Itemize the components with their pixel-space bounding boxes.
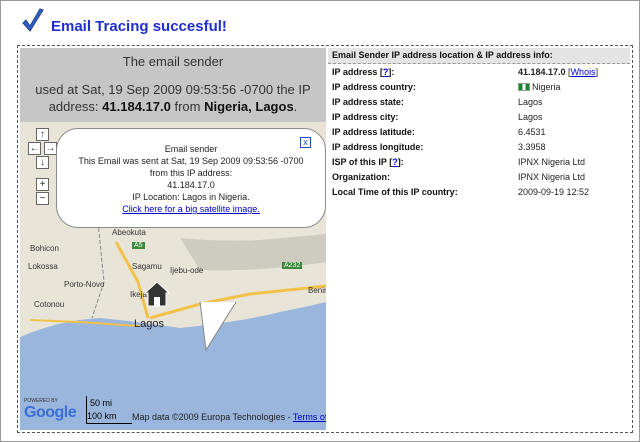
bubble-line2: from this IP address: [149, 168, 233, 178]
row-value: Nigeria [514, 79, 630, 94]
row-label: IP address city: [332, 111, 399, 122]
scale-miles: 50 mi [90, 398, 113, 408]
house-marker-icon[interactable] [144, 280, 170, 308]
isp-help-link[interactable]: ? [392, 157, 398, 167]
info-panel: Email Sender IP address location & IP ad… [328, 48, 630, 430]
terms-of-use-link[interactable]: Terms of Use [293, 412, 326, 422]
sender-summary: used at Sat, 19 Sep 2009 09:53:56 -0700 … [20, 69, 326, 115]
row-value: IPNX Nigeria Ltd [518, 156, 586, 167]
map-label-lagos: Lagos [134, 318, 164, 330]
row-label: Organization: [332, 171, 390, 182]
table-row: IP address country: Nigeria [328, 79, 630, 94]
map-label-porto-novo: Porto-Novo [64, 280, 105, 289]
map-scale: 50 mi 100 km [86, 396, 132, 424]
info-heading: Email Sender IP address location & IP ad… [328, 48, 630, 64]
row-value: 41.184.17.0 [Whois] [518, 66, 599, 77]
bubble-title: Email sender [164, 144, 218, 154]
scale-km: 100 km [87, 411, 117, 421]
row-label: Local Time of this IP country: [332, 186, 458, 197]
table-row: IP address [?]: 41.184.17.0 [Whois] [328, 64, 630, 79]
satellite-image-link[interactable]: Click here for a big satellite image. [122, 204, 260, 214]
result-box: The email sender used at Sat, 19 Sep 200… [17, 45, 633, 433]
row-label: IP address longitude: [332, 141, 424, 152]
sender-location: Nigeria, Lagos [204, 99, 294, 114]
row-label: IP address country: [332, 81, 416, 92]
whois-link[interactable]: Whois [571, 67, 596, 77]
pan-left-button[interactable]: ← [28, 142, 41, 155]
map-label-benin: Benin [308, 286, 326, 295]
row-value: 2009-09-19 12:52 [518, 186, 590, 197]
info-bubble: x Email sender This Email was sent at Sa… [56, 128, 326, 228]
map-label-abeokuta: Abeokuta [112, 228, 146, 237]
zoom-out-button[interactable]: − [36, 192, 49, 205]
ip-help-link[interactable]: ? [383, 67, 389, 77]
table-row: IP address longitude: 3.3958 [328, 139, 630, 154]
google-logo[interactable]: Google [24, 404, 77, 422]
country-value: Nigeria [532, 81, 561, 92]
table-row: IP address state: Lagos [328, 94, 630, 109]
nigeria-flag-icon [518, 83, 530, 92]
sender-title: The email sender [122, 54, 224, 69]
road-label-a5: A5 [132, 242, 145, 249]
row-value: Lagos [518, 96, 543, 107]
pan-down-button[interactable]: ↓ [36, 156, 49, 169]
row-label: IP address latitude: [332, 126, 415, 137]
header: Email Tracing succesful! [21, 3, 227, 41]
row-label: IP address state: [332, 96, 404, 107]
map-attribution: Map data ©2009 Europa Technologies - Ter… [132, 412, 326, 422]
bubble-ip: 41.184.17.0 [167, 180, 215, 190]
row-value: 3.3958 [518, 141, 546, 152]
page-frame: Email Tracing succesful! The email sende… [0, 0, 640, 442]
sender-from-word: from [170, 99, 205, 114]
ip-value: 41.184.17.0 [518, 66, 566, 77]
row-value: IPNX Nigeria Ltd [518, 171, 586, 182]
info-table: IP address [?]: 41.184.17.0 [Whois] IP a… [328, 64, 630, 199]
row-value: 6.4531 [518, 126, 546, 137]
sender-period: . [293, 99, 298, 114]
close-icon[interactable]: x [300, 137, 311, 148]
map-label-bohicon: Bohicon [30, 244, 59, 253]
google-branding: POWERED BY Google [24, 398, 77, 422]
zoom-in-button[interactable]: + [36, 178, 49, 191]
bubble-line1: This Email was sent at Sat, 19 Sep 2009 … [78, 156, 304, 166]
table-row: Local Time of this IP country: 2009-09-1… [328, 184, 630, 199]
bubble-tail [199, 302, 237, 352]
map-label-lokossa: Lokossa [28, 262, 58, 271]
table-row: ISP of this IP [?]: IPNX Nigeria Ltd [328, 154, 630, 169]
bubble-location: IP Location: Lagos in Nigeria. [132, 192, 250, 202]
table-row: Organization: IPNX Nigeria Ltd [328, 169, 630, 184]
checkmark-icon [22, 8, 44, 32]
map-label-ijebu: Ijebu-ode [170, 266, 204, 275]
sender-header: The email sender used at Sat, 19 Sep 200… [20, 48, 326, 122]
pan-up-button[interactable]: ↑ [36, 128, 49, 141]
row-value: Lagos [518, 111, 543, 122]
sender-panel: The email sender used at Sat, 19 Sep 200… [20, 48, 326, 430]
sender-ip: 41.184.17.0 [102, 99, 171, 114]
row-label: IP address [?]: [332, 66, 395, 77]
map-label-sagamu: Sagamu [132, 262, 162, 271]
table-row: IP address city: Lagos [328, 109, 630, 124]
map-label-cotonou: Cotonou [34, 300, 65, 309]
page-title: Email Tracing succesful! [51, 17, 227, 35]
road-label-a232: A232 [282, 262, 303, 269]
row-label: ISP of this IP [?]: [332, 156, 404, 167]
table-row: IP address latitude: 6.4531 [328, 124, 630, 139]
attribution-text: Map data ©2009 Europa Technologies - [132, 412, 293, 422]
